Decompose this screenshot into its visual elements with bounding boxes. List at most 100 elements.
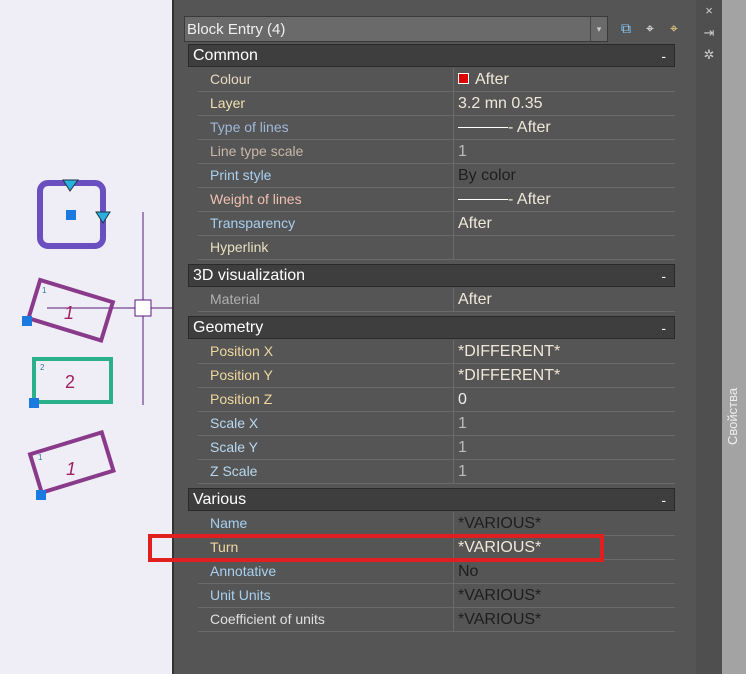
property-row[interactable]: Line type scale 1 (198, 140, 675, 164)
property-value[interactable]: No (454, 560, 675, 583)
color-swatch (458, 73, 469, 84)
block-tag: 1 (42, 286, 47, 295)
property-value[interactable]: After (454, 68, 675, 91)
property-label: Name (198, 512, 454, 535)
property-value[interactable]: *VARIOUS* (454, 512, 675, 535)
property-value[interactable]: 1 (454, 412, 675, 435)
value-text: After (475, 71, 509, 88)
properties-panel: Block Entry (4) ▾ ⧉ ⌖ ⌖ Common - Colour Aft… (148, 0, 696, 674)
property-row[interactable]: Position Y *DIFFERENT* (198, 364, 675, 388)
property-row[interactable]: Colour After (198, 68, 675, 92)
property-label: Layer (198, 92, 454, 115)
property-label: Weight of lines (198, 188, 454, 211)
quick-select-icon[interactable]: ⧉ (616, 18, 636, 38)
property-row[interactable]: Transparency After (198, 212, 675, 236)
value-text: - After (508, 119, 551, 136)
palette-title-strip[interactable]: Свойства (722, 0, 746, 674)
toggle-pickadd-icon[interactable]: ⌖ (664, 18, 684, 38)
property-value[interactable]: 1 (454, 436, 675, 459)
section-title: Common (193, 47, 258, 64)
collapse-toggle[interactable]: - (661, 45, 666, 67)
collapse-toggle[interactable]: - (661, 489, 666, 511)
property-row[interactable]: Weight of lines - After (198, 188, 675, 212)
grip[interactable] (36, 490, 46, 500)
settings-icon[interactable]: ✲ (696, 44, 722, 66)
block-tag: 2 (40, 363, 45, 372)
grip[interactable] (29, 398, 39, 408)
grip[interactable] (22, 316, 32, 326)
property-value[interactable]: *VARIOUS* (454, 608, 675, 631)
property-label: Position X (198, 340, 454, 363)
value-text: No (458, 563, 479, 580)
property-label: Colour (198, 68, 454, 91)
drawing-canvas[interactable]: 1 1 2 2 1 1 (0, 0, 172, 674)
property-value[interactable]: *DIFFERENT* (454, 364, 675, 387)
autohide-icon[interactable]: ⇥ (696, 22, 722, 44)
block-number: 1 (66, 459, 76, 479)
property-label: Transparency (198, 212, 454, 235)
property-value[interactable]: 0 (454, 388, 675, 411)
property-value[interactable]: 1 (454, 460, 675, 483)
property-label: Z Scale (198, 460, 454, 483)
property-label: Annotative (198, 560, 454, 583)
crosshair-pickbox (134, 299, 152, 317)
property-row[interactable]: Type of lines - After (198, 116, 675, 140)
property-row[interactable]: Scale Y1 (198, 436, 675, 460)
select-objects-icon[interactable]: ⌖ (640, 18, 660, 38)
property-row[interactable]: Position Z0 (198, 388, 675, 412)
property-label: Position Y (198, 364, 454, 387)
property-label: Unit Units (198, 584, 454, 607)
property-value[interactable]: - After (454, 188, 675, 211)
property-label: Coefficient of units (198, 608, 454, 631)
selection-title: Block Entry (4) (187, 20, 286, 38)
property-value[interactable]: *DIFFERENT* (454, 340, 675, 363)
line-preview (458, 199, 508, 201)
section-header-common[interactable]: Common - (188, 44, 675, 67)
value-text: 0 (458, 391, 467, 408)
collapse-toggle[interactable]: - (661, 265, 666, 287)
palette-title: Свойства (725, 387, 740, 445)
property-row[interactable]: Unit Units *VARIOUS* (198, 584, 675, 608)
property-value[interactable] (454, 236, 675, 259)
property-value[interactable]: *VARIOUS* (454, 584, 675, 607)
property-row[interactable]: Position X *DIFFERENT* (198, 340, 675, 364)
value-text: *VARIOUS* (458, 611, 542, 628)
value-text: 1 (458, 143, 467, 160)
block-number: 2 (65, 372, 75, 392)
collapse-toggle[interactable]: - (661, 317, 666, 339)
property-row[interactable]: Scale X1 (198, 412, 675, 436)
property-row[interactable]: Hyperlink (198, 236, 675, 260)
property-row[interactable]: Coefficient of units *VARIOUS* (198, 608, 675, 632)
property-value[interactable]: By color (454, 164, 675, 187)
selection-dropdown[interactable]: Block Entry (4) ▾ (184, 16, 608, 42)
value-text: *DIFFERENT* (458, 367, 561, 384)
property-row[interactable]: Z Scale 1 (198, 460, 675, 484)
grip[interactable] (66, 210, 76, 220)
palette-side-bar: × ⇥ ✲ (696, 0, 722, 674)
value-text: - After (508, 191, 551, 208)
value-text: 3.2 mn 0.35 (458, 95, 543, 112)
property-value[interactable]: 1 (454, 140, 675, 163)
close-icon[interactable]: × (696, 0, 722, 22)
property-label: Position Z (198, 388, 454, 411)
line-preview (458, 127, 508, 129)
section-header-various[interactable]: Various - (188, 488, 675, 511)
property-value[interactable]: After (454, 288, 675, 311)
property-row[interactable]: Material After (198, 288, 675, 312)
chevron-down-icon[interactable]: ▾ (590, 17, 607, 41)
property-value[interactable]: After (454, 212, 675, 235)
section-header-vis[interactable]: 3D visualization - (188, 264, 675, 287)
value-text: By color (458, 167, 516, 184)
grip-triangle[interactable] (95, 211, 111, 224)
section-title: Geometry (193, 319, 264, 336)
property-value[interactable]: - After (454, 116, 675, 139)
property-row[interactable]: Print style By color (198, 164, 675, 188)
property-row[interactable]: Annotative No (198, 560, 675, 584)
property-value[interactable]: 3.2 mn 0.35 (454, 92, 675, 115)
property-row[interactable]: Name *VARIOUS* (198, 512, 675, 536)
property-row[interactable]: Layer 3.2 mn 0.35 (198, 92, 675, 116)
property-label: Print style (198, 164, 454, 187)
section-title: Various (193, 491, 247, 508)
section-header-geom[interactable]: Geometry - (188, 316, 675, 339)
value-text: After (458, 291, 492, 308)
